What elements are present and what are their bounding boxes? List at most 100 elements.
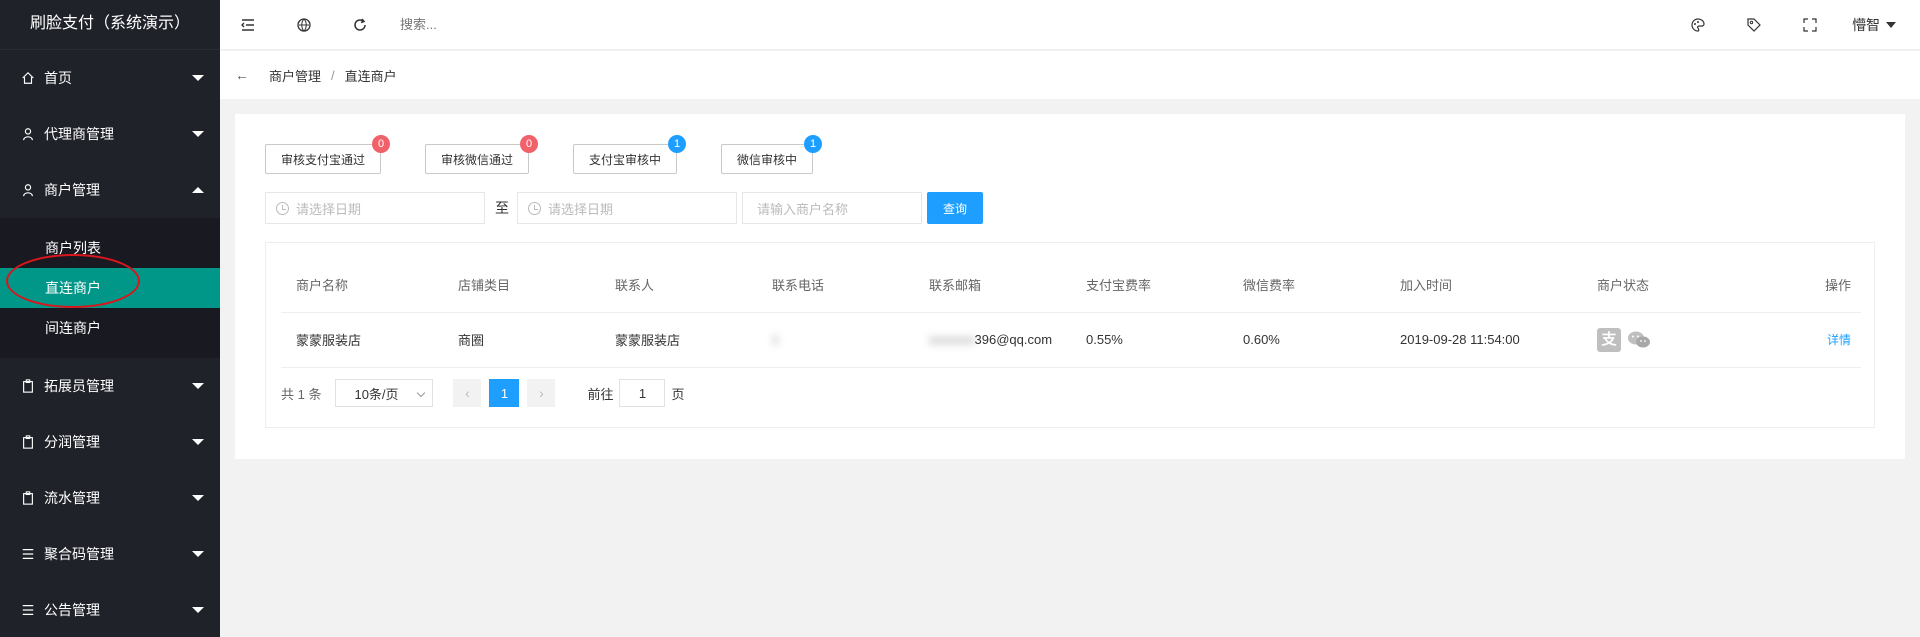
- sidebar-menu: 首页 代理商管理 商户管理 商户列表 直连商户 间连商户 拓展员管理 分润管理 …: [0, 50, 220, 637]
- clipboard-icon: [20, 434, 36, 450]
- sidebar: 刷脸支付（系统演示） 首页 代理商管理 商户管理 商户列表 直连商户 间连商户 …: [0, 0, 220, 637]
- clipboard-icon: [20, 378, 36, 394]
- merchant-submenu: 商户列表 直连商户 间连商户: [0, 218, 220, 358]
- list-icon: [20, 602, 36, 618]
- collapse-menu-icon: [241, 18, 254, 31]
- wechat-reviewing-button[interactable]: 微信审核中 1: [721, 135, 823, 174]
- count-badge: 0: [520, 135, 539, 153]
- column-header: 操作: [1782, 258, 1861, 313]
- chevron-up-icon: [192, 187, 204, 193]
- page-size-select[interactable]: 10条/页: [335, 379, 434, 407]
- column-header: 微信费率: [1228, 258, 1385, 313]
- detail-link[interactable]: 详情: [1827, 333, 1851, 347]
- merchant-name-input[interactable]: 请输入商户名称: [742, 192, 922, 224]
- content-card: 审核支付宝通过 0 审核微信通过 0 支付宝审核中 1 微信审核中 1 请选择日…: [235, 114, 1905, 459]
- wechat-approved-button[interactable]: 审核微信通过 0: [425, 135, 539, 174]
- blurred-phone: 1: [772, 332, 780, 347]
- clock-icon: [528, 202, 541, 215]
- joined-time-cell: 2019-09-28 11:54:00: [1385, 312, 1582, 368]
- merchant-name-placeholder: 请输入商户名称: [757, 201, 849, 217]
- sidebar-item-label: 首页: [44, 70, 72, 86]
- username: 懵智: [1852, 17, 1880, 33]
- sidebar-item-agent-management[interactable]: 代理商管理: [0, 106, 220, 162]
- wechat-rate-cell: 0.60%: [1228, 312, 1385, 368]
- goto-page-input[interactable]: 1: [619, 379, 666, 407]
- merchant-status-cell: 支: [1582, 312, 1782, 368]
- sidebar-item-label: 代理商管理: [44, 126, 114, 142]
- alipay-approved-button[interactable]: 审核支付宝通过 0: [265, 135, 391, 174]
- user-icon: [20, 182, 36, 198]
- sidebar-subitem-indirect-merchant[interactable]: 间连商户: [0, 308, 220, 348]
- merchant-table-container: 商户名称 店铺类目 联系人 联系电话 联系邮箱 支付宝费率 微信费率 加入时间 …: [265, 242, 1875, 428]
- chevron-down-icon: [192, 131, 204, 137]
- prev-page-button[interactable]: ‹: [453, 379, 482, 407]
- sidebar-item-aggregate-code[interactable]: 聚合码管理: [0, 526, 220, 582]
- sidebar-item-promoter-management[interactable]: 拓展员管理: [0, 358, 220, 414]
- sidebar-item-label: 分润管理: [44, 434, 100, 450]
- filter-bar: 请选择日期 至 请选择日期 请输入商户名称 查询: [265, 192, 983, 224]
- chevron-down-icon: [1886, 22, 1896, 28]
- chevron-down-icon: [417, 388, 426, 398]
- sidebar-item-label: 拓展员管理: [44, 378, 114, 394]
- button-label: 审核微信通过: [441, 152, 514, 167]
- button-label: 审核支付宝通过: [281, 152, 366, 167]
- sidebar-item-announcements[interactable]: 公告管理: [0, 582, 220, 637]
- goto-label: 前往: [587, 386, 614, 402]
- table-row: 蒙蒙服装店 商圈 蒙蒙服装店 1 xxxxxxx396@qq.com 0.55%…: [281, 312, 1861, 368]
- sidebar-item-home[interactable]: 首页: [0, 50, 220, 106]
- start-date-placeholder: 请选择日期: [296, 201, 362, 217]
- refresh-button[interactable]: [332, 0, 388, 50]
- breadcrumb-parent[interactable]: 商户管理: [269, 66, 321, 85]
- sidebar-subitem-direct-merchant[interactable]: 直连商户: [0, 268, 220, 308]
- phone-cell: 1: [757, 312, 914, 368]
- email-cell: xxxxxxx396@qq.com: [914, 312, 1071, 368]
- contact-cell: 蒙蒙服装店: [600, 312, 757, 368]
- theme-button[interactable]: [1670, 0, 1726, 50]
- top-header: 懵智: [220, 0, 1920, 50]
- merchant-table: 商户名称 店铺类目 联系人 联系电话 联系邮箱 支付宝费率 微信费率 加入时间 …: [281, 258, 1861, 368]
- alipay-icon: 支: [1597, 327, 1621, 352]
- query-button[interactable]: 查询: [927, 192, 983, 224]
- app-title: 刷脸支付（系统演示）: [0, 0, 220, 50]
- sidebar-item-label: 聚合码管理: [44, 546, 114, 562]
- end-date-input[interactable]: 请选择日期: [517, 192, 737, 224]
- palette-icon: [1691, 18, 1705, 32]
- start-date-input[interactable]: 请选择日期: [265, 192, 485, 224]
- alipay-reviewing-button[interactable]: 支付宝审核中 1: [573, 135, 687, 174]
- tag-icon: [1747, 18, 1761, 32]
- sidebar-item-label: 商户管理: [44, 182, 100, 198]
- search-input[interactable]: [400, 9, 600, 40]
- fullscreen-button[interactable]: [1782, 0, 1838, 50]
- sidebar-item-label: 流水管理: [44, 490, 100, 506]
- chevron-down-icon: [192, 495, 204, 501]
- chevron-down-icon: [192, 551, 204, 557]
- blurred-email-prefix: xxxxxxx: [929, 332, 975, 347]
- fullscreen-icon: [1803, 18, 1817, 32]
- user-menu[interactable]: 懵智: [1838, 15, 1920, 35]
- collapse-menu-button[interactable]: [220, 0, 276, 50]
- clipboard-icon: [20, 490, 36, 506]
- header-right: 懵智: [1670, 0, 1920, 50]
- status-filter-buttons: 审核支付宝通过 0 审核微信通过 0 支付宝审核中 1 微信审核中 1: [265, 135, 857, 174]
- sidebar-item-merchant-management[interactable]: 商户管理: [0, 162, 220, 218]
- next-page-button[interactable]: ›: [527, 379, 556, 407]
- merchant-name-cell: 蒙蒙服装店: [281, 312, 443, 368]
- breadcrumb: ← 商户管理 / 直连商户: [220, 51, 1920, 99]
- back-arrow-icon[interactable]: ←: [235, 67, 255, 83]
- column-header: 加入时间: [1385, 258, 1582, 313]
- sidebar-item-transactions[interactable]: 流水管理: [0, 470, 220, 526]
- breadcrumb-separator: /: [331, 67, 335, 83]
- page-number-button[interactable]: 1: [489, 379, 520, 407]
- clock-icon: [276, 202, 289, 215]
- home-page-button[interactable]: [276, 0, 332, 50]
- end-date-placeholder: 请选择日期: [548, 201, 614, 217]
- column-header: 联系人: [600, 258, 757, 313]
- tag-button[interactable]: [1726, 0, 1782, 50]
- sidebar-subitem-merchant-list[interactable]: 商户列表: [0, 228, 220, 268]
- chevron-down-icon: [192, 75, 204, 81]
- sidebar-item-profit-sharing[interactable]: 分润管理: [0, 414, 220, 470]
- alipay-rate-cell: 0.55%: [1071, 312, 1228, 368]
- column-header: 商户状态: [1582, 258, 1782, 313]
- action-cell: 详情: [1782, 312, 1861, 368]
- sidebar-item-label: 公告管理: [44, 602, 100, 618]
